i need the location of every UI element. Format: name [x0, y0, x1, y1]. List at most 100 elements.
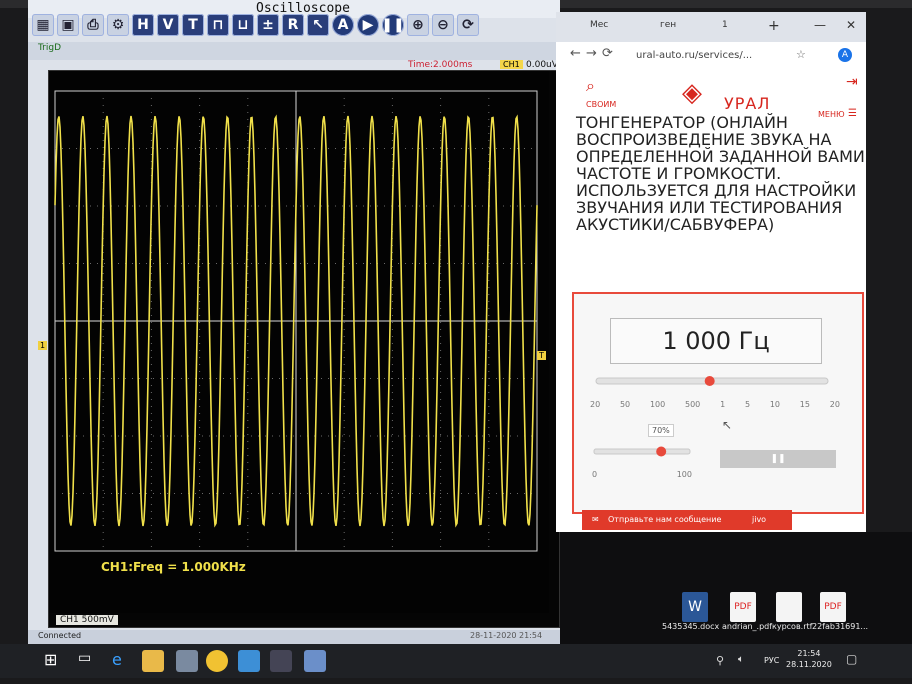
search-icon[interactable]: ⌕	[586, 76, 595, 96]
reference-button[interactable]: R	[282, 14, 304, 36]
frequency-ticks: 20 50 100 500 1 5 10 15 20	[590, 400, 840, 409]
tab-messages[interactable]: Мес	[590, 20, 608, 30]
rtf-file-icon[interactable]	[776, 592, 802, 622]
frequency-slider[interactable]	[590, 372, 840, 402]
run-icon[interactable]: ▶	[357, 14, 379, 36]
file-label[interactable]: курсов.rtf	[772, 622, 812, 631]
back-icon[interactable]: ←	[570, 46, 581, 61]
zoom-in-icon[interactable]: ⊕	[407, 14, 429, 36]
ch1-scale-label: CH1 500mV	[56, 615, 118, 625]
trigger-level: 0.00uV	[526, 60, 558, 70]
file-label[interactable]: 22fab31691...	[812, 622, 868, 631]
people-icon[interactable]: ⚲	[716, 654, 724, 667]
tick-label: 20	[829, 400, 840, 409]
volume-slider[interactable]	[590, 444, 694, 464]
file-label[interactable]: 5435345.docx	[662, 622, 719, 631]
pdf-file-icon[interactable]: PDF	[730, 592, 756, 622]
word-file-icon[interactable]: W	[682, 592, 708, 622]
tab-generator[interactable]: ген	[660, 20, 676, 30]
chrome-icon[interactable]	[206, 650, 228, 672]
profile-avatar[interactable]: A	[838, 48, 852, 62]
auto-button[interactable]: A	[332, 14, 354, 36]
chat-icon: ✉	[592, 515, 599, 524]
zoom-out-icon[interactable]: ⊖	[432, 14, 454, 36]
volume-tooltip: 70%	[648, 424, 674, 437]
trigger-status: TrigD	[38, 43, 62, 53]
channel-badge: CH1	[500, 60, 523, 69]
tick-label: 10	[769, 400, 780, 409]
oscilloscope-app-icon[interactable]	[304, 650, 326, 672]
login-icon[interactable]: ⇥	[846, 74, 858, 90]
left-label: СВОИМ	[586, 100, 617, 109]
clock[interactable]: 21:54 28.11.2020	[786, 648, 832, 670]
volume-ticks: 0 100	[592, 470, 692, 479]
save-icon[interactable]: ▣	[57, 14, 79, 36]
chat-label: Отправьте нам сообщение	[608, 515, 722, 524]
cursor-icon[interactable]: ↖	[307, 14, 329, 36]
file-explorer-icon[interactable]	[142, 650, 164, 672]
tick-label: 5	[744, 400, 751, 409]
mail-icon[interactable]	[238, 650, 260, 672]
tick-label: 500	[685, 400, 701, 409]
chat-bar[interactable]: ✉ Отправьте нам сообщение jivo	[582, 510, 792, 530]
task-view-icon[interactable]: ▭	[78, 650, 91, 666]
logo-icon: ◈	[682, 78, 702, 108]
star-icon[interactable]: ☆	[796, 48, 806, 61]
clock-time: 21:54	[797, 649, 821, 658]
ch1-marker[interactable]: 1	[38, 341, 48, 350]
edge-icon[interactable]: e	[112, 650, 122, 669]
refresh-icon[interactable]: ⟳	[457, 14, 479, 36]
volume-slider-track	[593, 448, 691, 455]
tab-ural[interactable]: 1	[722, 20, 728, 30]
pdf-file-icon[interactable]: PDF	[820, 592, 846, 622]
file-label[interactable]: andrian_.pdf	[722, 622, 772, 631]
pulse-train-icon[interactable]: ⊔	[232, 14, 254, 36]
math-icon[interactable]: ±	[257, 14, 279, 36]
volume-slider-thumb[interactable]	[656, 446, 667, 457]
settings-icon[interactable]: ⚙	[107, 14, 129, 36]
tick-label: 100	[676, 470, 692, 479]
forward-icon[interactable]: →	[586, 46, 597, 61]
close-icon[interactable]: ✕	[846, 18, 856, 32]
trigger-marker[interactable]: T	[537, 351, 546, 360]
pause-icon[interactable]: ❚❚	[381, 14, 405, 36]
tick-label: 15	[799, 400, 810, 409]
app-icon[interactable]	[270, 650, 292, 672]
minimize-icon[interactable]: —	[814, 18, 826, 32]
volume-icon[interactable]: 🔈︎	[738, 654, 744, 665]
tick-label: 100	[649, 400, 666, 409]
tick-label: 1	[720, 400, 726, 409]
oscilloscope-info-bar	[28, 42, 560, 60]
time-base-label: Time:2.000ms	[408, 60, 473, 70]
language-indicator[interactable]: РУС	[764, 656, 779, 665]
print-icon[interactable]: ⎙	[82, 14, 104, 36]
waveform-screen: CH1:Freq = 1.000KHz	[48, 70, 560, 628]
tick-label: 50	[619, 400, 631, 409]
tick-label: 20	[590, 400, 601, 409]
open-icon[interactable]: ▦	[32, 14, 54, 36]
oscilloscope-toolbar: ▦ ▣ ⎙ ⚙ H V T ⊓ ⊔ ± R ↖ A ▶ ❚❚ ⊕ ⊖ ⟳	[32, 14, 479, 42]
connection-status: Connected	[38, 631, 82, 640]
frequency-slider-thumb[interactable]	[704, 376, 715, 386]
frequency-display[interactable]: 1 000 Гц	[610, 318, 822, 364]
mouse-cursor-icon: ↖	[722, 418, 733, 432]
pause-icon: ❚❚	[770, 454, 786, 464]
single-pulse-icon[interactable]: ⊓	[207, 14, 229, 36]
store-icon[interactable]	[176, 650, 198, 672]
clock-date: 28.11.2020	[786, 660, 832, 669]
description-text: ТОНГЕНЕРАТОР (ОНЛАЙН ВОСПРОИЗВЕДЕНИЕ ЗВУ…	[576, 113, 865, 234]
vertical-button[interactable]: V	[157, 14, 179, 36]
horizontal-button[interactable]: H	[132, 14, 154, 36]
new-tab-icon[interactable]: +	[768, 18, 780, 34]
trigger-button[interactable]: T	[182, 14, 204, 36]
chat-brand: jivo	[752, 515, 767, 524]
status-datetime: 28-11-2020 21:54	[470, 631, 543, 640]
site-logo-text[interactable]: УРАЛ	[724, 94, 770, 113]
windows-start-icon[interactable]: ⊞	[44, 650, 57, 669]
reload-icon[interactable]: ⟳	[602, 46, 613, 61]
tick-label: 0	[592, 470, 598, 479]
pause-button[interactable]: ❚❚	[720, 450, 836, 468]
frequency-measurement: CH1:Freq = 1.000KHz	[101, 560, 246, 574]
notifications-icon[interactable]: ▢	[846, 652, 857, 666]
url-field[interactable]: ural-auto.ru/services/...	[636, 50, 752, 61]
